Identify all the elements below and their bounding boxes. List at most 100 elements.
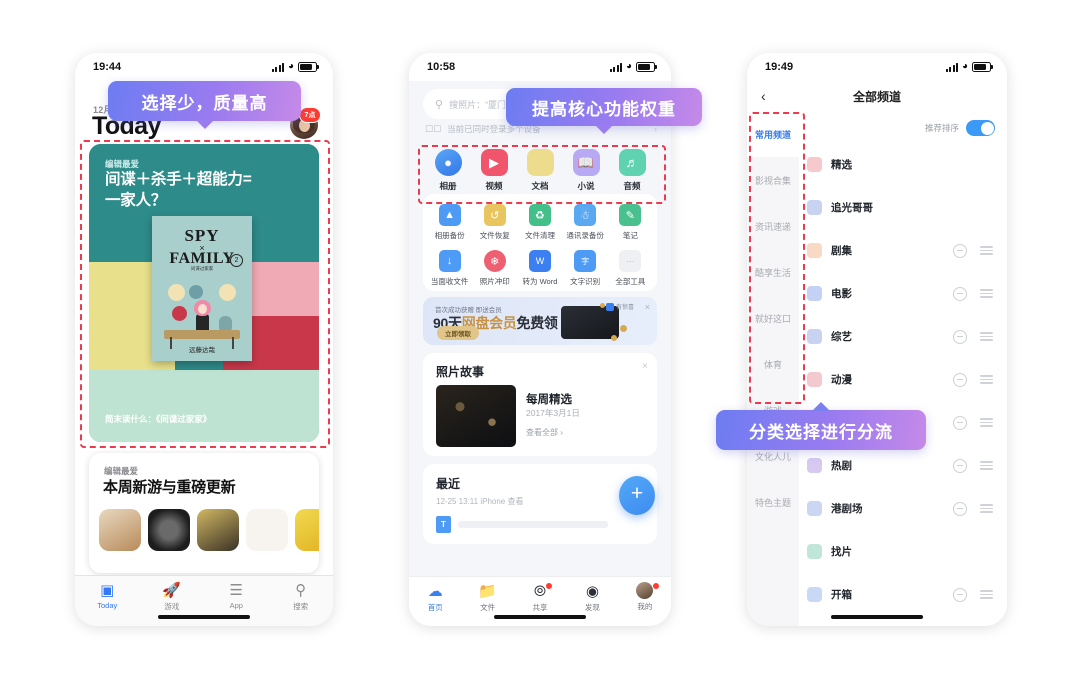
channel-icon: [807, 501, 822, 516]
sidebar-item-sports[interactable]: 体育: [747, 341, 799, 387]
quick-video[interactable]: ▶ 视频: [473, 149, 515, 192]
remove-icon[interactable]: [953, 372, 967, 387]
quick-doc[interactable]: 文档: [519, 149, 561, 192]
channel-row[interactable]: 精选: [807, 143, 1007, 186]
sidebar-item-special[interactable]: 特色主题: [747, 479, 799, 525]
tool-label: 相册备份: [434, 231, 465, 240]
file-name-placeholder: [458, 521, 608, 528]
channel-row[interactable]: 剧集: [807, 229, 1007, 272]
callout-bubble-2: 提高核心功能权重: [506, 88, 702, 126]
remove-icon[interactable]: [953, 286, 967, 301]
add-button[interactable]: +: [619, 476, 655, 515]
channel-icon: [807, 200, 822, 215]
channel-row[interactable]: 港剧场: [807, 487, 1007, 530]
tool-all-tools[interactable]: ⋯ 全部工具: [608, 250, 653, 287]
tool-contacts-backup[interactable]: ☃ 通讯录备份: [563, 204, 608, 241]
back-button[interactable]: ‹: [761, 88, 766, 104]
drag-handle-icon[interactable]: [980, 461, 993, 470]
promo-banner[interactable]: 首次成功获赠 即送会员 90天网盘会员免费领 立即领取 有惊喜 ×: [423, 297, 657, 345]
today-games-card[interactable]: 编辑最爱 本周新游与重磅更新: [89, 453, 319, 573]
tool-notes[interactable]: ✎ 笔记: [608, 204, 653, 241]
remove-icon[interactable]: [953, 501, 967, 516]
tool-photo-print[interactable]: ❄ 照片冲印: [472, 250, 517, 287]
remove-icon[interactable]: [953, 329, 967, 344]
tab-discover[interactable]: ◉ 发现: [566, 582, 618, 613]
manga-cover: SPY × FAMILY 2 间谍过家家 远藤达哉: [152, 216, 252, 361]
tab-label: 游戏: [164, 602, 180, 611]
quick-novel[interactable]: 📖 小说: [565, 149, 607, 192]
devices-icon: ☐☐: [425, 123, 442, 134]
channel-row[interactable]: 电影: [807, 272, 1007, 315]
txt-file-icon: T: [436, 516, 451, 533]
sidebar-item-life[interactable]: 酷享生活: [747, 249, 799, 295]
story-view-all-link[interactable]: 查看全部 ›: [526, 427, 563, 438]
tool-album-backup[interactable]: ▲ 相册备份: [427, 204, 472, 241]
channel-row[interactable]: 动漫: [807, 358, 1007, 401]
drag-handle-icon[interactable]: [980, 246, 993, 255]
close-icon[interactable]: ×: [642, 361, 648, 372]
tool-receive-file[interactable]: ↓ 当面收文件: [427, 250, 472, 287]
story-thumbnail[interactable]: [436, 385, 516, 447]
remove-icon[interactable]: [953, 415, 967, 430]
drag-handle-icon[interactable]: [980, 504, 993, 513]
channel-row[interactable]: 热剧: [807, 444, 1007, 487]
cover-subtitle: 间谍过家家: [190, 266, 214, 271]
sidebar-item-common[interactable]: 常用频道: [747, 111, 799, 157]
tab-files[interactable]: 📁 文件: [461, 582, 513, 613]
sidebar-item-food[interactable]: 就好这口: [747, 295, 799, 341]
app-icon[interactable]: [246, 509, 288, 551]
drag-handle-icon[interactable]: [980, 590, 993, 599]
home-indicator: [831, 615, 923, 619]
recent-title: 最近: [436, 477, 461, 491]
app-icon[interactable]: [197, 509, 239, 551]
app-icon[interactable]: [148, 509, 190, 551]
tool-label: 通讯录备份: [566, 231, 604, 240]
app-icon[interactable]: [295, 509, 319, 551]
app-icon[interactable]: [99, 509, 141, 551]
folder-icon: 📁: [478, 583, 497, 600]
tab-home[interactable]: ☁ 首页: [409, 582, 461, 613]
app-icon-row: [99, 509, 319, 551]
tab-games[interactable]: 🚀 游戏: [140, 580, 205, 612]
banner-cta-button[interactable]: 立即领取: [437, 326, 479, 340]
nav-bar: ‹ 全部频道: [747, 81, 1007, 111]
tool-label: 照片冲印: [479, 277, 510, 286]
wifi-icon: ◕: [625, 61, 632, 72]
channel-icon: [807, 587, 822, 602]
drag-handle-icon[interactable]: [980, 375, 993, 384]
quick-album[interactable]: ● 相册: [427, 149, 469, 192]
tab-profile[interactable]: 我的: [619, 582, 671, 612]
sort-toggle[interactable]: [966, 120, 995, 136]
drag-handle-icon[interactable]: [980, 418, 993, 427]
sidebar-item-film[interactable]: 影视合集: [747, 157, 799, 203]
quick-audio[interactable]: ♬ 音频: [611, 149, 653, 192]
tool-file-restore[interactable]: ↺ 文件恢复: [472, 204, 517, 241]
tab-search[interactable]: ⚲ 搜索: [269, 580, 334, 612]
tab-today[interactable]: ▣ Today: [75, 580, 140, 611]
remove-icon[interactable]: [953, 458, 967, 473]
callout-bubble-3: 分类选择进行分流: [716, 410, 926, 450]
profile-icon: [636, 582, 654, 599]
channel-icon: [807, 544, 822, 559]
channel-icon: [807, 329, 822, 344]
tool-ocr[interactable]: 字文字识别: [563, 250, 608, 287]
rocket-icon: 🚀: [162, 581, 182, 599]
today-hero-card[interactable]: 编辑最爱 间谍＋杀手＋超能力= 一家人？ SPY × FAMILY 2 间谍过家…: [89, 144, 319, 442]
drag-handle-icon[interactable]: [980, 332, 993, 341]
sidebar-item-news[interactable]: 资讯速递: [747, 203, 799, 249]
channel-row[interactable]: 找片: [807, 530, 1007, 573]
recent-file-row[interactable]: T: [436, 516, 608, 533]
tab-share[interactable]: ⦾ 共享: [514, 582, 566, 613]
channel-row[interactable]: 开箱: [807, 573, 1007, 616]
quick-label: 小说: [577, 181, 595, 191]
card2-title: 本周新游与重磅更新: [103, 479, 236, 496]
channel-row[interactable]: 追光哥哥: [807, 186, 1007, 229]
tab-app[interactable]: ☰ App: [204, 580, 269, 611]
drag-handle-icon[interactable]: [980, 289, 993, 298]
tool-file-clean[interactable]: ♻ 文件清理: [517, 204, 562, 241]
close-icon[interactable]: ×: [645, 302, 650, 312]
remove-icon[interactable]: [953, 587, 967, 602]
channel-row[interactable]: 综艺: [807, 315, 1007, 358]
tool-to-word[interactable]: W 转为 Word: [517, 250, 562, 287]
remove-icon[interactable]: [953, 243, 967, 258]
